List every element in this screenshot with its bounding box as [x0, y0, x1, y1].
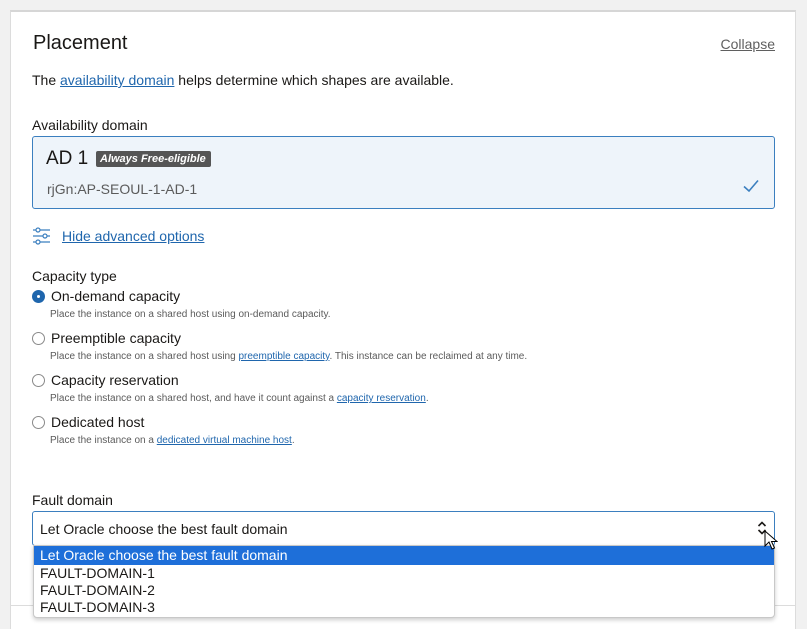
radio-button[interactable] [32, 289, 45, 303]
radio-label: On-demand capacity [51, 288, 181, 304]
radio-label: Preemptible capacity [51, 330, 181, 346]
radio-button[interactable] [32, 415, 45, 429]
option-description: Place the instance on a shared host usin… [50, 309, 331, 320]
always-free-badge: Always Free-eligible [96, 151, 211, 167]
dropdown-option[interactable]: FAULT-DOMAIN-1 [34, 565, 774, 582]
dropdown-option[interactable]: FAULT-DOMAIN-3 [34, 599, 774, 616]
desc-text: Place the instance on a [50, 435, 157, 446]
option-description: Place the instance on a shared host usin… [50, 351, 527, 362]
capacity-reservation-link[interactable]: capacity reservation [337, 393, 426, 404]
radio-button[interactable] [32, 373, 45, 387]
desc-text: . This instance can be reclaimed at any … [329, 351, 528, 362]
hide-advanced-options[interactable]: Hide advanced options [32, 227, 204, 245]
radio-dedicated-host[interactable]: Dedicated host [32, 414, 144, 430]
radio-label: Dedicated host [51, 414, 145, 430]
intro-suffix: helps determine which shapes are availab… [174, 72, 454, 88]
fault-domain-select[interactable]: Let Oracle choose the best fault domain [32, 511, 775, 546]
mouse-cursor-icon [764, 530, 778, 550]
capacity-type-label: Capacity type [32, 268, 117, 284]
dropdown-option[interactable]: Let Oracle choose the best fault domain [34, 546, 774, 565]
intro-text: The availability domain helps determine … [32, 72, 454, 88]
ad-identifier: rjGn:AP-SEOUL-1-AD-1 [47, 181, 198, 197]
radio-preemptible[interactable]: Preemptible capacity [32, 330, 181, 346]
availability-domain-label: Availability domain [32, 117, 148, 133]
radio-on-demand[interactable]: On-demand capacity [32, 288, 180, 304]
radio-capacity-reservation[interactable]: Capacity reservation [32, 372, 179, 388]
desc-text: Place the instance on a shared host usin… [50, 351, 239, 362]
desc-text: . [291, 435, 295, 446]
radio-button[interactable] [32, 331, 45, 345]
collapse-link[interactable]: Collapse [721, 36, 775, 52]
dedicated-vm-host-link[interactable]: dedicated virtual machine host [157, 435, 292, 446]
desc-text: . [425, 393, 429, 404]
preemptible-capacity-link[interactable]: preemptible capacity [238, 351, 329, 362]
hide-advanced-options-link[interactable]: Hide advanced options [62, 228, 204, 244]
option-description: Place the instance on a dedicated virtua… [50, 435, 295, 446]
sliders-icon [33, 227, 50, 245]
fault-domain-selected-value: Let Oracle choose the best fault domain [40, 521, 288, 537]
ad-name: AD 1 [46, 148, 89, 169]
dropdown-option[interactable]: FAULT-DOMAIN-2 [34, 582, 774, 599]
option-description: Place the instance on a shared host, and… [50, 393, 429, 404]
fault-domain-dropdown: Let Oracle choose the best fault domain … [33, 545, 775, 618]
fault-domain-label: Fault domain [32, 492, 113, 508]
availability-domain-link[interactable]: availability domain [60, 72, 174, 88]
desc-text: Place the instance on a shared host usin… [50, 309, 331, 320]
desc-text: Place the instance on a shared host, and… [50, 393, 337, 404]
radio-label: Capacity reservation [51, 372, 179, 388]
intro-prefix: The [32, 72, 61, 88]
section-title: Placement [33, 32, 128, 54]
check-icon [743, 179, 759, 193]
availability-domain-card[interactable]: AD 1 Always Free-eligible rjGn:AP-SEOUL-… [32, 136, 775, 209]
